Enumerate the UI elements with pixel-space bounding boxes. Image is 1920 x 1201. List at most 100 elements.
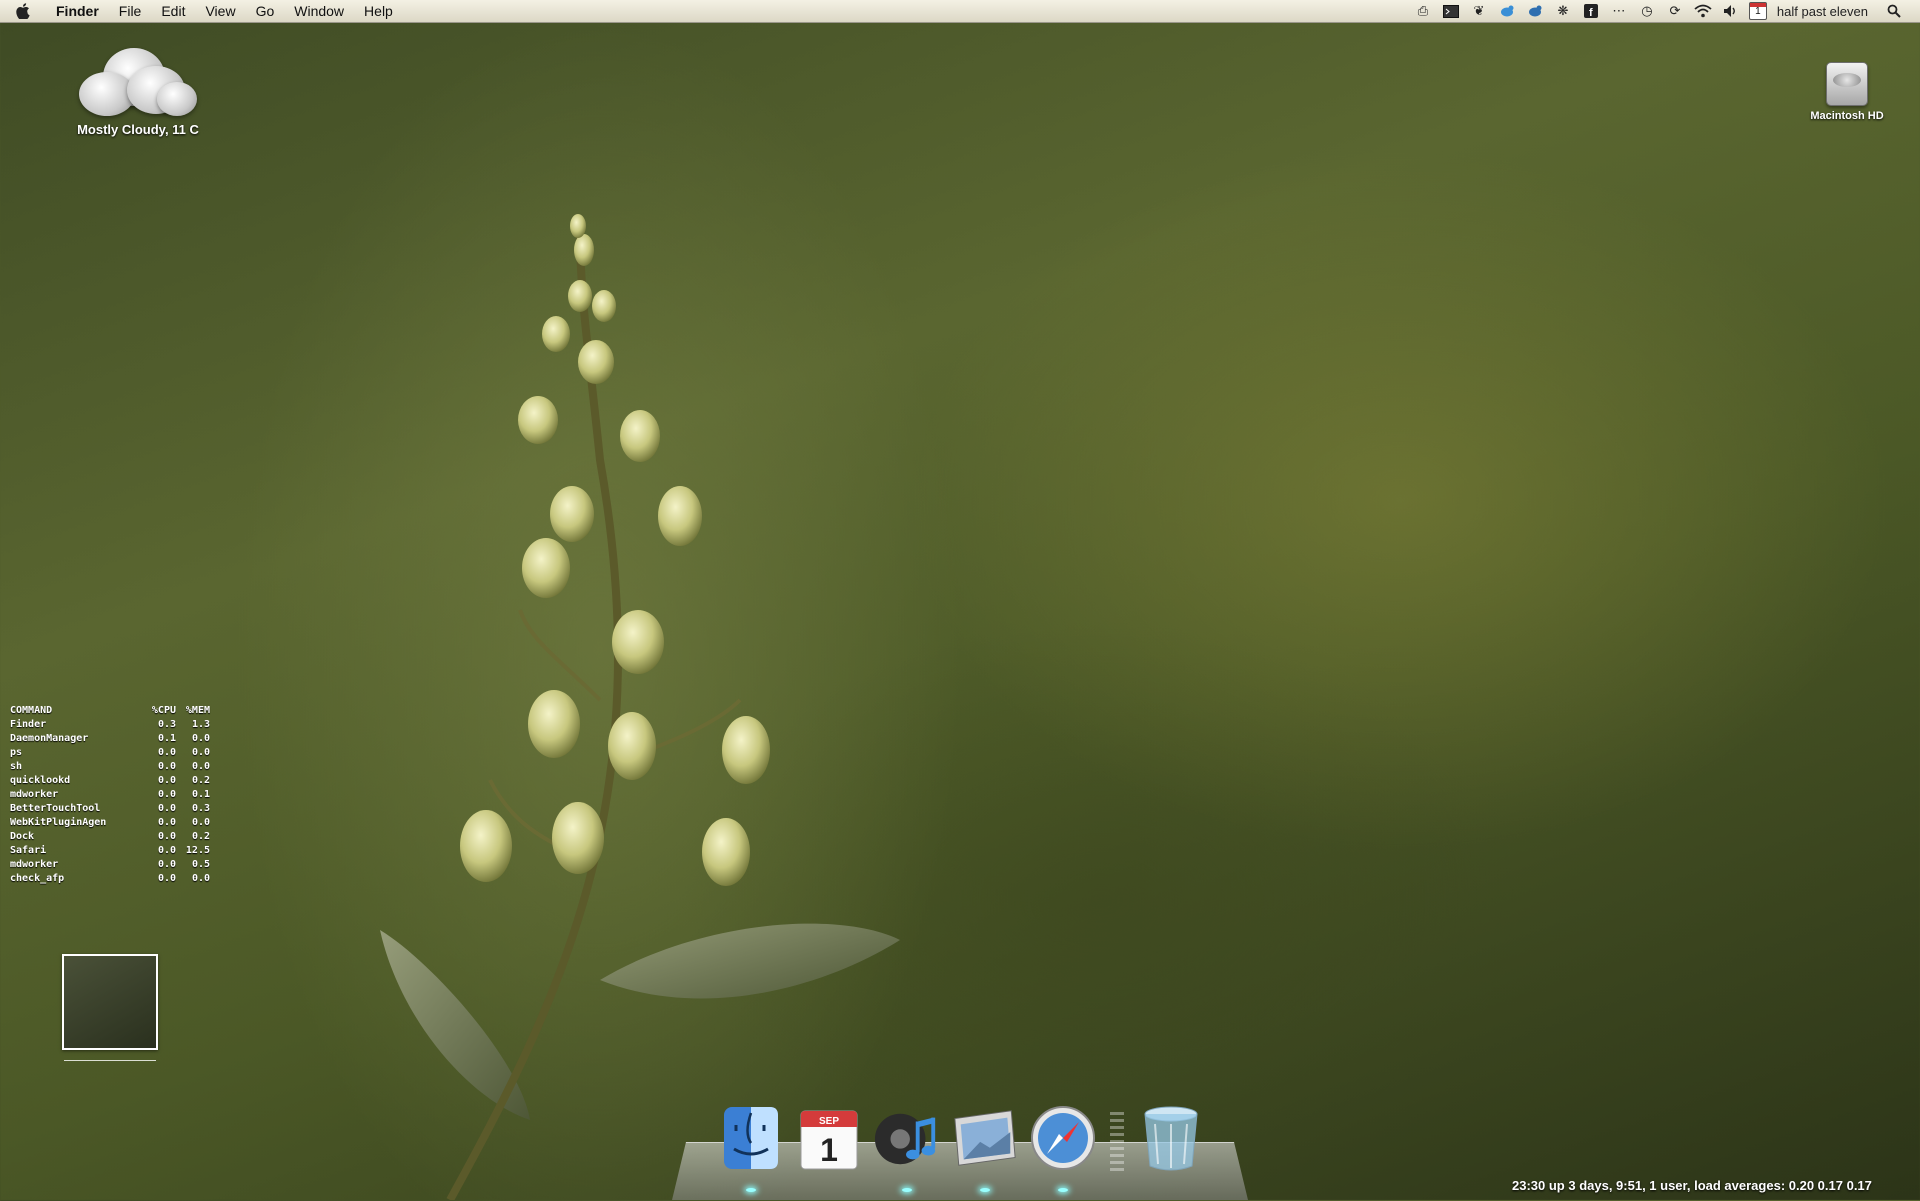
- facebook-icon[interactable]: f: [1580, 3, 1602, 19]
- process-row: Finder 0.3 1.3: [10, 718, 210, 732]
- process-mem: 0.5: [191, 859, 210, 870]
- process-command: check_afp: [10, 873, 65, 884]
- cloud-icon: [73, 42, 203, 120]
- process-row: ps 0.0 0.0: [10, 746, 210, 760]
- process-cpu: 0.0: [157, 747, 176, 758]
- process-cpu: 0.0: [157, 803, 176, 814]
- ical-day: 1: [820, 1132, 838, 1168]
- safari-icon: [1031, 1106, 1095, 1170]
- process-mem: 0.2: [191, 831, 210, 842]
- drive-label: Macintosh HD: [1810, 110, 1884, 122]
- dock-itunes[interactable]: [873, 1102, 941, 1192]
- process-mem: 0.0: [191, 873, 210, 884]
- process-row: mdworker 0.0 0.1: [10, 788, 210, 802]
- process-command: sh: [10, 761, 23, 772]
- menu-clock[interactable]: half past eleven: [1777, 4, 1868, 19]
- process-command: mdworker: [10, 789, 59, 800]
- process-cpu: 0.0: [157, 817, 176, 828]
- running-indicator: [1058, 1188, 1068, 1192]
- menu-view[interactable]: View: [195, 0, 245, 22]
- twitter-bird-icon[interactable]: [1496, 3, 1518, 19]
- app-menu-finder[interactable]: Finder: [46, 0, 109, 22]
- process-cpu: 0.0: [157, 831, 176, 842]
- process-mem: 0.0: [191, 761, 210, 772]
- process-command: Finder: [10, 719, 47, 730]
- wallpaper-flower: [380, 214, 900, 1200]
- process-row: mdworker 0.0 0.5: [10, 858, 210, 872]
- svg-text:f: f: [1589, 7, 1593, 18]
- process-mem: 1.3: [191, 719, 210, 730]
- desktop-preview-frame[interactable]: [62, 954, 158, 1050]
- weather-widget[interactable]: Mostly Cloudy, 11 C: [58, 42, 218, 137]
- process-list: COMMAND %CPU %MEM Finder 0.3 1.3 DaemonMan…: [10, 704, 210, 886]
- process-cpu: 0.0: [157, 775, 176, 786]
- dock-finder[interactable]: [717, 1102, 785, 1192]
- process-command: DaemonManager: [10, 733, 89, 744]
- ical-icon: SEP 1: [800, 1110, 858, 1170]
- process-command: BetterTouchTool: [10, 803, 101, 814]
- process-cpu: 0.0: [157, 859, 176, 870]
- growl-paw-icon[interactable]: ❋: [1552, 3, 1574, 19]
- menu-go[interactable]: Go: [246, 0, 285, 22]
- menu-file[interactable]: File: [109, 0, 152, 22]
- column-cpu: %CPU: [151, 705, 176, 716]
- calendar-menu-icon[interactable]: 1: [1748, 2, 1767, 20]
- dock-safari[interactable]: [1029, 1102, 1097, 1192]
- mail-icon: [954, 1110, 1016, 1166]
- process-cpu: 0.0: [157, 789, 176, 800]
- process-mem: 12.5: [185, 845, 210, 856]
- dock-mail[interactable]: [951, 1102, 1019, 1192]
- menu-bar: Finder File Edit View Go Window Help ⎙ ❦…: [0, 0, 1920, 23]
- process-row: BetterTouchTool 0.0 0.3: [10, 802, 210, 816]
- column-mem: %MEM: [185, 705, 210, 716]
- finder-icon: [724, 1107, 778, 1169]
- process-command: quicklookd: [10, 775, 71, 786]
- dock-ical[interactable]: SEP 1: [795, 1102, 863, 1174]
- printer-icon[interactable]: ⎙: [1412, 3, 1434, 19]
- butterfly-icon[interactable]: ❦: [1468, 3, 1490, 19]
- dots-icon[interactable]: ⋯: [1608, 3, 1630, 19]
- ical-month: SEP: [819, 1116, 839, 1127]
- process-command: mdworker: [10, 859, 59, 870]
- menu-edit[interactable]: Edit: [151, 0, 195, 22]
- wifi-icon[interactable]: [1692, 3, 1714, 19]
- process-cpu: 0.1: [157, 733, 176, 744]
- running-indicator: [746, 1188, 756, 1192]
- dock: SEP 1: [712, 1102, 1210, 1192]
- process-row: sh 0.0 0.0: [10, 760, 210, 774]
- process-cpu: 0.0: [157, 845, 176, 856]
- process-mem: 0.2: [191, 775, 210, 786]
- process-mem: 0.0: [191, 733, 210, 744]
- time-machine-icon[interactable]: ◷: [1636, 3, 1658, 19]
- process-mem: 0.1: [191, 789, 210, 800]
- process-command: Dock: [10, 831, 35, 842]
- process-row: WebKitPluginAgen 0.0 0.0: [10, 816, 210, 830]
- process-row: quicklookd 0.0 0.2: [10, 774, 210, 788]
- terminal-icon[interactable]: [1440, 3, 1462, 19]
- dock-separator: [1110, 1112, 1124, 1174]
- sync-icon[interactable]: ⟳: [1664, 3, 1686, 19]
- process-mem: 0.3: [191, 803, 210, 814]
- process-cpu: 0.0: [157, 873, 176, 884]
- menu-help[interactable]: Help: [354, 0, 403, 22]
- process-command: Safari: [10, 845, 47, 856]
- twitter-bird-2-icon[interactable]: [1524, 3, 1546, 19]
- process-header-row: COMMAND %CPU %MEM: [10, 704, 210, 718]
- volume-icon[interactable]: [1720, 3, 1742, 19]
- process-command: WebKitPluginAgen: [10, 817, 107, 828]
- process-mem: 0.0: [191, 747, 210, 758]
- apple-menu-icon[interactable]: [16, 3, 34, 19]
- macintosh-hd-drive[interactable]: Macintosh HD: [1802, 62, 1892, 122]
- preview-divider: [64, 1060, 156, 1061]
- hard-drive-icon: [1826, 62, 1868, 106]
- process-cpu: 0.3: [157, 719, 176, 730]
- process-row: check_afp 0.0 0.0: [10, 872, 210, 886]
- spotlight-search-icon[interactable]: [1883, 3, 1905, 19]
- menu-window[interactable]: Window: [284, 0, 354, 22]
- process-row: Safari 0.0 12.5: [10, 844, 210, 858]
- column-command: COMMAND: [10, 705, 53, 716]
- dock-trash[interactable]: [1137, 1102, 1205, 1174]
- itunes-icon: [874, 1113, 936, 1165]
- running-indicator: [980, 1188, 990, 1192]
- process-row: Dock 0.0 0.2: [10, 830, 210, 844]
